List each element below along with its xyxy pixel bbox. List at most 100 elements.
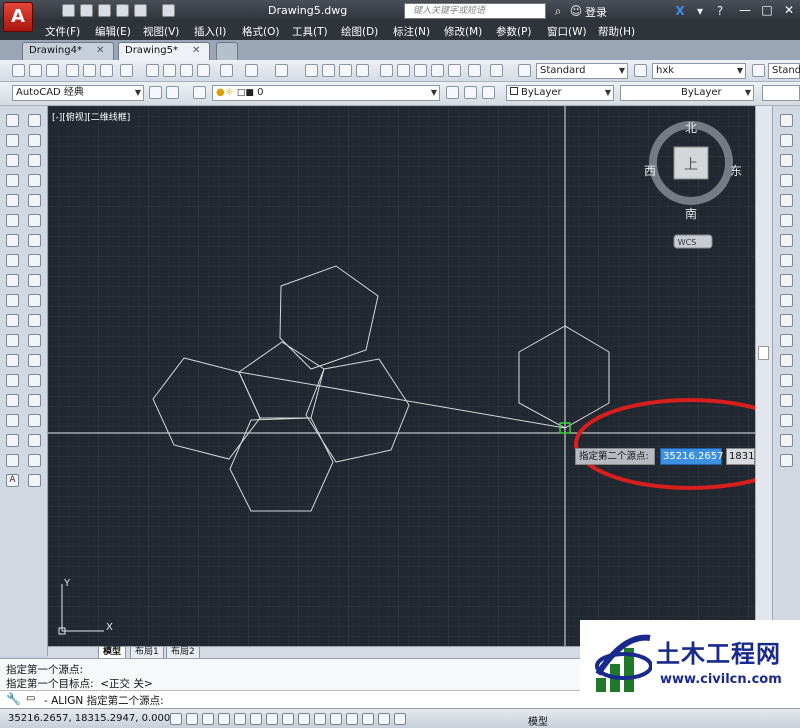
ellipse-icon[interactable] [6, 294, 19, 307]
extend-icon[interactable] [28, 314, 41, 327]
menu-view[interactable]: 视图(V) [143, 24, 179, 39]
workspace-settings-icon[interactable] [149, 86, 162, 99]
break-icon[interactable] [780, 354, 793, 367]
construction-line-icon[interactable] [6, 134, 19, 147]
stretch-icon[interactable] [780, 294, 793, 307]
close-tab-icon[interactable]: ✕ [192, 45, 200, 56]
rotate-icon[interactable] [780, 254, 793, 267]
scrollbar-thumb[interactable] [758, 346, 769, 360]
break-icon[interactable] [28, 334, 41, 347]
explode-icon[interactable] [28, 414, 41, 427]
measure-icon[interactable] [28, 434, 41, 447]
plot-icon[interactable] [66, 64, 79, 77]
new-icon[interactable] [12, 64, 25, 77]
command-input[interactable]: - ALIGN 指定第二个源点: [44, 693, 164, 708]
lineweight-dropdown[interactable] [762, 85, 800, 101]
hatch-icon[interactable] [6, 394, 19, 407]
transparency-icon[interactable] [346, 713, 358, 725]
menu-edit[interactable]: 编辑(E) [95, 24, 131, 39]
rotate-icon[interactable] [28, 234, 41, 247]
polygon-icon[interactable] [6, 174, 19, 187]
menu-insert[interactable]: 插入(I) [194, 24, 226, 39]
selection-cycling-icon[interactable] [378, 713, 390, 725]
new-tab-button[interactable] [216, 42, 238, 60]
table-icon[interactable] [6, 454, 19, 467]
insert-block-icon[interactable] [6, 334, 19, 347]
menu-file[interactable]: 文件(F) [45, 24, 80, 39]
dim-style-icon[interactable] [634, 64, 647, 77]
undo-icon[interactable] [245, 64, 258, 77]
scale-icon[interactable] [28, 254, 41, 267]
menu-parameter[interactable]: 参数(P) [496, 24, 532, 39]
circle-icon[interactable] [6, 234, 19, 247]
menu-tools[interactable]: 工具(T) [292, 24, 328, 39]
dim-style-dropdown[interactable]: hxk ▼ [652, 63, 746, 79]
properties-icon[interactable] [380, 64, 393, 77]
save-icon[interactable] [46, 64, 59, 77]
copy-object-icon[interactable] [28, 134, 41, 147]
design-center-icon[interactable] [397, 64, 410, 77]
zoom-realtime-icon[interactable] [322, 64, 335, 77]
extend-icon[interactable] [780, 334, 793, 347]
tool-palettes-icon[interactable] [414, 64, 427, 77]
area-icon[interactable] [28, 454, 41, 467]
sheet-set-icon[interactable] [431, 64, 444, 77]
text-style-icon[interactable] [518, 64, 531, 77]
array-icon[interactable] [28, 194, 41, 207]
make-block-icon[interactable] [6, 354, 19, 367]
explode-icon[interactable] [780, 434, 793, 447]
block-editor-icon[interactable] [220, 64, 233, 77]
compass-north[interactable]: 北 [685, 121, 697, 135]
tab-drawing5[interactable]: Drawing5* ✕ [118, 42, 210, 60]
rectangle-icon[interactable] [6, 194, 19, 207]
trim-icon[interactable] [28, 294, 41, 307]
trim-icon[interactable] [780, 314, 793, 327]
save-as-icon[interactable] [116, 4, 129, 17]
markup-icon[interactable] [448, 64, 461, 77]
login-link[interactable]: 登录 [585, 4, 607, 20]
erase-icon[interactable] [780, 134, 793, 147]
pan-icon[interactable] [305, 64, 318, 77]
workspace-dropdown[interactable]: AutoCAD 经典 ▼ [12, 85, 144, 101]
3d-print-icon[interactable] [120, 64, 133, 77]
mirror-icon[interactable] [28, 154, 41, 167]
menu-window[interactable]: 窗口(W) [547, 24, 587, 39]
table-style-dropdown[interactable]: Stand [768, 63, 800, 79]
annotation-monitor-icon[interactable] [394, 713, 406, 725]
draw-order-icon[interactable] [780, 114, 793, 127]
command-line[interactable]: 🔧 ▭ - ALIGN 指定第二个源点: [0, 690, 580, 708]
fillet-icon[interactable] [780, 414, 793, 427]
chamfer-icon[interactable] [28, 374, 41, 387]
table-style-icon[interactable] [752, 64, 765, 77]
offset-icon[interactable] [28, 174, 41, 187]
model-space-button[interactable]: 模型 [528, 713, 548, 728]
allow-dynamic-ucs-icon[interactable] [298, 713, 310, 725]
point-icon[interactable] [6, 374, 19, 387]
infer-constraints-icon[interactable] [170, 713, 182, 725]
join-icon[interactable] [780, 374, 793, 387]
viewport-controls[interactable]: [-][俯视][二维线框] [52, 110, 130, 123]
layer-previous-icon[interactable] [464, 86, 477, 99]
arc-icon[interactable] [6, 214, 19, 227]
region-icon[interactable] [6, 434, 19, 447]
join-icon[interactable] [28, 354, 41, 367]
drawing-canvas[interactable]: 上 北 南 东 西 WCS Y X [-][俯视][二维线框] [48, 106, 755, 646]
paste-icon[interactable] [180, 64, 193, 77]
layer-tools-icon[interactable] [780, 454, 793, 467]
move-icon[interactable] [780, 234, 793, 247]
move-icon[interactable] [28, 214, 41, 227]
plot-preview-icon[interactable] [83, 64, 96, 77]
open-file-icon[interactable] [80, 4, 93, 17]
dynamic-input-y-field[interactable]: 18315 [726, 448, 755, 465]
erase-icon[interactable] [28, 114, 41, 127]
lock-icon[interactable] [166, 86, 179, 99]
close-button[interactable]: ✕ [778, 1, 800, 19]
calculator-icon[interactable] [468, 64, 481, 77]
maximize-button[interactable]: □ [756, 1, 778, 19]
grid-display-icon[interactable] [202, 713, 214, 725]
line-icon[interactable] [6, 114, 19, 127]
redo-icon[interactable] [275, 64, 288, 77]
ellipse-arc-icon[interactable] [6, 314, 19, 327]
object-snap-tracking-icon[interactable] [282, 713, 294, 725]
compass-west[interactable]: 西 [644, 164, 656, 178]
